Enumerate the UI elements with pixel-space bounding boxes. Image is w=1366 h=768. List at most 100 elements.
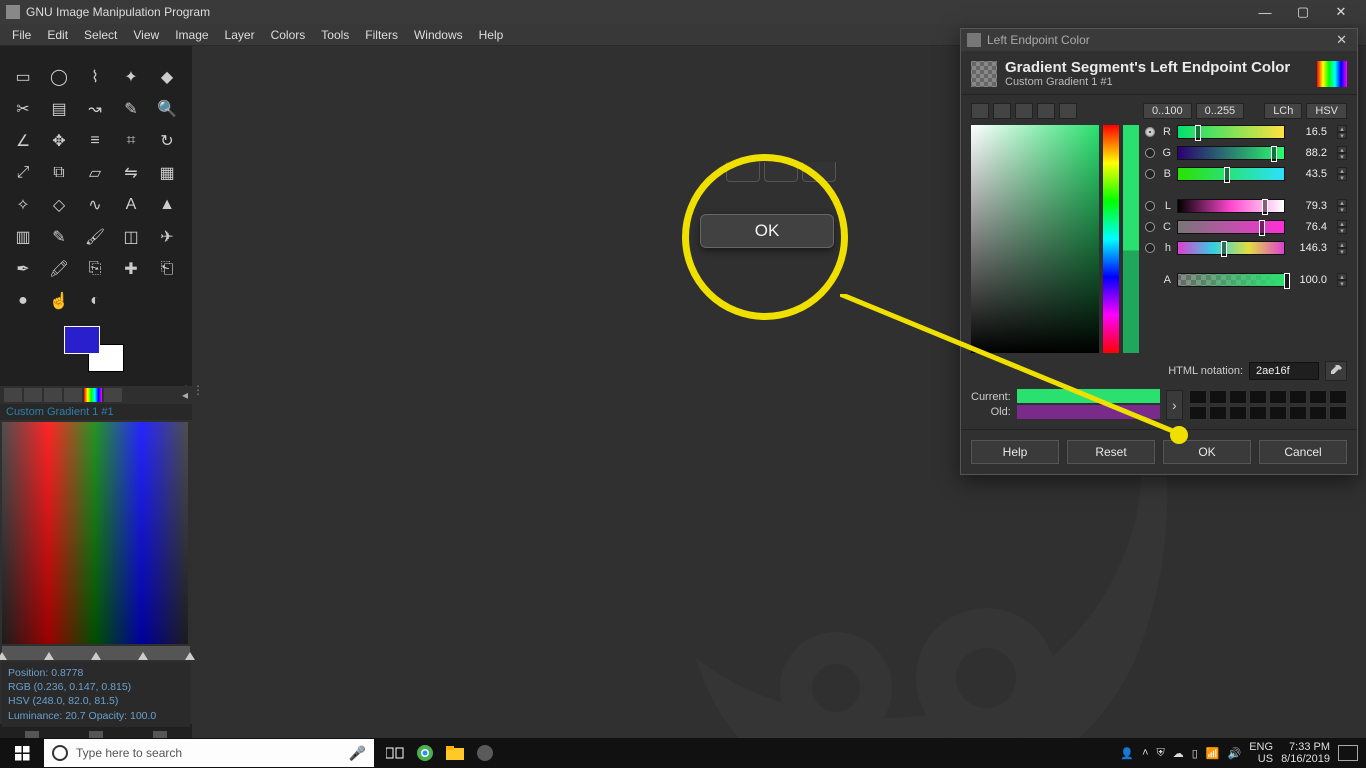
dock-menu-arrow-icon[interactable]: ◂ (182, 388, 188, 402)
palette-cell[interactable] (1309, 406, 1327, 420)
hue-strip[interactable] (1103, 125, 1119, 353)
tool-crop[interactable]: ⌗ (114, 126, 148, 156)
tool-color-picker[interactable]: ✎ (114, 94, 148, 124)
channel-A-spinner[interactable]: ▴▾ (1337, 273, 1347, 287)
tool-eraser[interactable]: ◫ (114, 222, 148, 252)
tool-heal[interactable]: ✚ (114, 254, 148, 284)
channel-A-slider[interactable] (1177, 273, 1285, 287)
channel-L-radio[interactable] (1145, 201, 1155, 211)
menu-tools[interactable]: Tools (313, 28, 357, 42)
palette-cell[interactable] (1209, 390, 1227, 404)
taskbar-app-explorer[interactable] (440, 738, 470, 768)
channel-B-slider[interactable] (1177, 167, 1285, 181)
menu-edit[interactable]: Edit (39, 28, 76, 42)
palette-cell[interactable] (1249, 406, 1267, 420)
channel-G-spinner[interactable]: ▴▾ (1337, 146, 1347, 160)
menu-file[interactable]: File (4, 28, 39, 42)
palette-cell[interactable] (1329, 390, 1347, 404)
tool-color-select[interactable]: ◆ (150, 62, 184, 92)
tool-handle-transform[interactable]: ◇ (42, 190, 76, 220)
channel-L-slider[interactable] (1177, 199, 1285, 213)
channel-R-radio[interactable] (1145, 127, 1155, 137)
model-hsv-button[interactable]: HSV (1306, 103, 1347, 119)
menu-windows[interactable]: Windows (406, 28, 471, 42)
channel-h-spinner[interactable]: ▴▾ (1337, 241, 1347, 255)
channel-h-radio[interactable] (1145, 243, 1155, 253)
current-color-bar[interactable] (1017, 389, 1160, 403)
picker-tab-icon[interactable] (1059, 103, 1077, 119)
tool-pencil[interactable]: ✎ (42, 222, 76, 252)
tool-warp[interactable]: ∿ (78, 190, 112, 220)
tool-scale[interactable]: ⤢ (6, 158, 40, 188)
mic-icon[interactable]: 🎤 (349, 745, 366, 762)
tray-security-icon[interactable]: ⛨ (1157, 747, 1165, 760)
fg-bg-swatches[interactable] (64, 326, 124, 372)
menu-select[interactable]: Select (76, 28, 125, 42)
tool-smudge[interactable]: ☝ (42, 286, 76, 316)
tray-cloud-icon[interactable]: ☁ (1173, 747, 1184, 760)
tool-shear[interactable]: ⧉ (42, 158, 76, 188)
tool-clone[interactable]: ⎘ (78, 254, 112, 284)
channel-C-radio[interactable] (1145, 222, 1155, 232)
tool-flip[interactable]: ⇋ (114, 158, 148, 188)
dialog-titlebar[interactable]: Left Endpoint Color ✕ (961, 29, 1357, 51)
tool-move[interactable]: ✥ (42, 126, 76, 156)
dock-tab-gradients-icon[interactable] (84, 388, 102, 402)
palette-cell[interactable] (1189, 390, 1207, 404)
channel-R-slider[interactable] (1177, 125, 1285, 139)
fg-color-swatch[interactable] (64, 326, 100, 354)
old-color-bar[interactable] (1017, 405, 1160, 419)
tool-gradient[interactable]: ▥ (6, 222, 40, 252)
tray-people-icon[interactable]: 👤 (1120, 747, 1134, 760)
picker-tab-icon[interactable] (1037, 103, 1055, 119)
palette-cell[interactable] (1289, 406, 1307, 420)
palette-cell[interactable] (1229, 390, 1247, 404)
picker-tab-icon[interactable] (1015, 103, 1033, 119)
close-button[interactable]: ✕ (1322, 0, 1360, 24)
channel-L-spinner[interactable]: ▴▾ (1337, 199, 1347, 213)
channel-G-radio[interactable] (1145, 148, 1155, 158)
palette-cell[interactable] (1329, 406, 1347, 420)
tray-wifi-icon[interactable]: 📶 (1206, 747, 1220, 760)
help-button[interactable]: Help (971, 440, 1059, 464)
gradient-preview[interactable] (2, 422, 188, 644)
tray-clock[interactable]: 7:33 PM8/16/2019 (1281, 741, 1330, 765)
channel-C-slider[interactable] (1177, 220, 1285, 234)
tool-paintbrush[interactable]: 🖌 (78, 222, 112, 252)
channel-G-slider[interactable] (1177, 146, 1285, 160)
menu-image[interactable]: Image (167, 28, 216, 42)
channel-C-spinner[interactable]: ▴▾ (1337, 220, 1347, 234)
tray-notifications-icon[interactable] (1338, 745, 1358, 761)
dock-tab-icon[interactable] (44, 388, 62, 402)
tool-free-select[interactable]: ⌇ (78, 62, 112, 92)
palette-cell[interactable] (1289, 390, 1307, 404)
dock-tab-icon[interactable] (24, 388, 42, 402)
menu-colors[interactable]: Colors (263, 28, 314, 42)
palette-cell[interactable] (1269, 390, 1287, 404)
html-notation-input[interactable] (1249, 362, 1319, 380)
gradient-stop-track[interactable] (2, 646, 190, 660)
tray-battery-icon[interactable]: ▯ (1192, 747, 1198, 760)
tool-cage[interactable]: ▦ (150, 158, 184, 188)
minimize-button[interactable]: — (1246, 0, 1284, 24)
tool-bucket-fill[interactable]: ▲ (150, 190, 184, 220)
tool-rect-select[interactable]: ▭ (6, 62, 40, 92)
tool-paths[interactable]: ↝ (78, 94, 112, 124)
maximize-button[interactable]: ▢ (1284, 0, 1322, 24)
tool-unified-transform[interactable]: ✧ (6, 190, 40, 220)
tool-perspective[interactable]: ▱ (78, 158, 112, 188)
palette-cell[interactable] (1269, 406, 1287, 420)
picker-tab-icon[interactable] (993, 103, 1011, 119)
picker-tab-icon[interactable] (971, 103, 989, 119)
channel-h-slider[interactable] (1177, 241, 1285, 255)
tool-fuzzy-select[interactable]: ✦ (114, 62, 148, 92)
tray-volume-icon[interactable]: 🔊 (1228, 747, 1242, 760)
task-view-button[interactable] (380, 738, 410, 768)
tool-dodge[interactable]: ◐ (78, 286, 112, 316)
palette-cell[interactable] (1249, 390, 1267, 404)
tool-scissors[interactable]: ✂ (6, 94, 40, 124)
tool-magnify[interactable]: 🔍 (150, 94, 184, 124)
taskbar-app-chrome[interactable] (410, 738, 440, 768)
tray-up-icon[interactable]: ˄ (1142, 747, 1148, 759)
menu-view[interactable]: View (125, 28, 167, 42)
